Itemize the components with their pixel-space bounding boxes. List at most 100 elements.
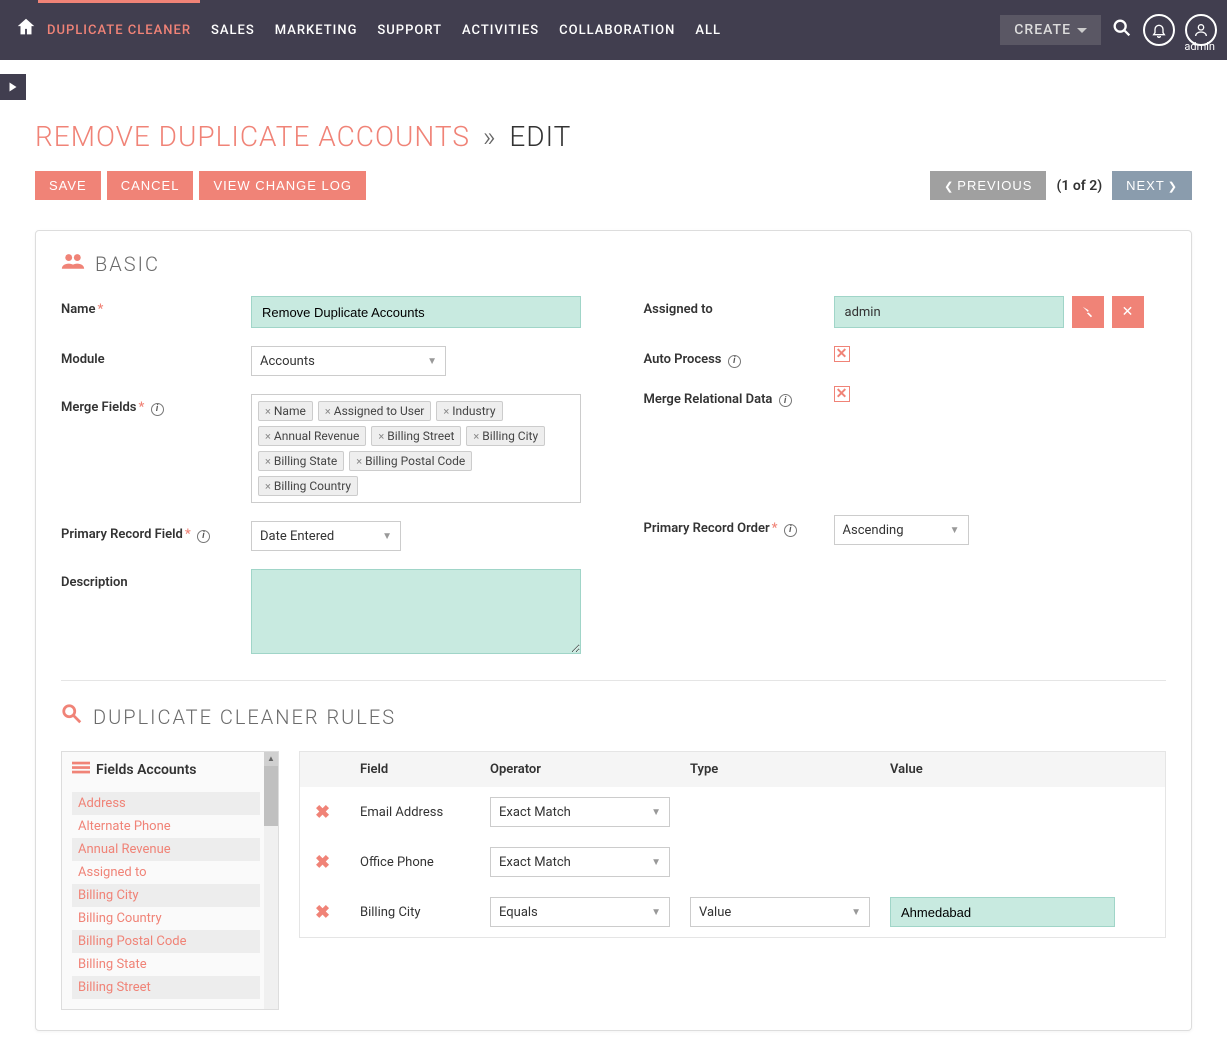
assigned-to-label: Assigned to <box>644 296 814 317</box>
remove-tag-icon[interactable]: × <box>265 455 271 468</box>
field-list-item[interactable]: Billing City <box>72 884 260 907</box>
caret-down-icon <box>1077 28 1087 33</box>
primary-field-label: Primary Record Field* i <box>61 521 231 543</box>
list-icon <box>72 760 90 779</box>
module-select[interactable]: Accounts ▼ <box>251 346 446 376</box>
col-header-operator: Operator <box>490 762 690 777</box>
rules-table: Field Operator Type Value ✖Email Address… <box>299 751 1166 938</box>
field-list-item[interactable]: Alternate Phone <box>72 815 260 838</box>
info-icon[interactable]: i <box>728 355 741 368</box>
delete-rule-icon[interactable]: ✖ <box>315 902 360 923</box>
rule-value-input[interactable] <box>890 897 1115 927</box>
nav-activities[interactable]: ACTIVITIES <box>462 23 539 38</box>
next-button[interactable]: NEXT❯ <box>1112 171 1192 200</box>
remove-tag-icon[interactable]: × <box>443 405 449 418</box>
caret-down-icon: ▼ <box>427 356 437 367</box>
search-icon[interactable] <box>1111 17 1133 44</box>
info-icon[interactable]: i <box>197 530 210 543</box>
rule-operator-select[interactable]: Equals▼ <box>490 897 670 927</box>
nav-collaboration[interactable]: COLLABORATION <box>559 23 675 38</box>
remove-tag-icon[interactable]: × <box>265 480 271 493</box>
merge-field-tag[interactable]: ×Annual Revenue <box>258 426 366 446</box>
name-label: Name* <box>61 296 231 317</box>
page-title: REMOVE DUPLICATE ACCOUNTS » EDIT <box>35 120 1192 153</box>
delete-rule-icon[interactable]: ✖ <box>315 852 360 873</box>
cancel-button[interactable]: CANCEL <box>107 171 194 200</box>
fields-panel: ▲ Fields Accounts AddressAlternate Phone… <box>61 751 279 1010</box>
merge-field-tag[interactable]: ×Billing Country <box>258 476 358 496</box>
rule-row: ✖Email AddressExact Match▼ <box>300 787 1165 837</box>
merge-field-tag[interactable]: ×Billing City <box>466 426 545 446</box>
delete-rule-icon[interactable]: ✖ <box>315 802 360 823</box>
basic-section-head: BASIC <box>61 251 1166 276</box>
merge-field-tag[interactable]: ×Assigned to User <box>318 401 432 421</box>
col-header-value: Value <box>890 762 1150 777</box>
nav-sales[interactable]: SALES <box>211 23 255 38</box>
view-change-log-button[interactable]: VIEW CHANGE LOG <box>199 171 366 200</box>
clear-user-button[interactable]: ✕ <box>1112 296 1144 328</box>
scrollbar[interactable]: ▲ <box>264 752 278 1009</box>
merge-relational-checkbox[interactable]: ✕ <box>834 386 850 402</box>
assigned-to-input[interactable]: admin <box>834 296 1064 328</box>
nav-support[interactable]: SUPPORT <box>377 23 442 38</box>
rule-row: ✖Billing CityEquals▼Value▼ <box>300 887 1165 937</box>
merge-field-tag[interactable]: ×Billing Street <box>371 426 461 446</box>
field-list-item[interactable]: Billing State <box>72 953 260 976</box>
primary-order-label: Primary Record Order* i <box>644 515 814 537</box>
merge-field-tag[interactable]: ×Name <box>258 401 313 421</box>
field-list-item[interactable]: Billing Postal Code <box>72 930 260 953</box>
col-header-field: Field <box>360 762 490 777</box>
action-row: SAVE CANCEL VIEW CHANGE LOG ❮PREVIOUS (1… <box>35 171 1192 200</box>
pager-info: (1 of 2) <box>1056 178 1102 194</box>
save-button[interactable]: SAVE <box>35 171 101 200</box>
merge-field-tag[interactable]: ×Industry <box>436 401 502 421</box>
remove-tag-icon[interactable]: × <box>356 455 362 468</box>
merge-field-tag[interactable]: ×Billing Postal Code <box>349 451 472 471</box>
field-list-item[interactable]: Annual Revenue <box>72 838 260 861</box>
select-user-button[interactable] <box>1072 296 1104 328</box>
caret-down-icon: ▼ <box>382 531 392 542</box>
field-list-item[interactable]: Billing Country <box>72 907 260 930</box>
rule-type-select[interactable]: Value▼ <box>690 897 870 927</box>
rule-field-label: Office Phone <box>360 855 490 870</box>
admin-label: admin <box>1184 40 1215 53</box>
col-header-type: Type <box>690 762 890 777</box>
page-title-main[interactable]: REMOVE DUPLICATE ACCOUNTS <box>35 120 470 153</box>
notifications-icon[interactable] <box>1143 14 1175 46</box>
nav-all[interactable]: ALL <box>695 23 721 38</box>
rule-operator-select[interactable]: Exact Match▼ <box>490 797 670 827</box>
field-list-item[interactable]: Address <box>72 792 260 815</box>
module-label: Module <box>61 346 231 367</box>
merge-relational-label: Merge Relational Data i <box>644 386 814 408</box>
expand-sidebar-button[interactable] <box>0 74 26 100</box>
rule-operator-select[interactable]: Exact Match▼ <box>490 847 670 877</box>
info-icon[interactable]: i <box>784 524 797 537</box>
create-button[interactable]: CREATE <box>1000 15 1101 45</box>
page-title-sub: EDIT <box>509 120 571 153</box>
create-button-label: CREATE <box>1014 22 1071 38</box>
fields-panel-title: Fields Accounts <box>96 762 196 778</box>
remove-tag-icon[interactable]: × <box>473 430 479 443</box>
nav-duplicate-cleaner[interactable]: DUPLICATE CLEANER <box>47 23 191 38</box>
remove-tag-icon[interactable]: × <box>378 430 384 443</box>
caret-down-icon: ▼ <box>950 525 960 536</box>
name-input[interactable] <box>251 296 581 328</box>
description-textarea[interactable] <box>251 569 581 654</box>
remove-tag-icon[interactable]: × <box>265 430 271 443</box>
home-icon[interactable] <box>15 16 37 44</box>
field-list-item[interactable]: Assigned to <box>72 861 260 884</box>
primary-order-select[interactable]: Ascending ▼ <box>834 515 969 545</box>
merge-field-tag[interactable]: ×Billing State <box>258 451 344 471</box>
remove-tag-icon[interactable]: × <box>325 405 331 418</box>
rule-row: ✖Office PhoneExact Match▼ <box>300 837 1165 887</box>
auto-process-checkbox[interactable]: ✕ <box>834 346 850 362</box>
merge-fields-label: Merge Fields* i <box>61 394 231 416</box>
info-icon[interactable]: i <box>151 403 164 416</box>
field-list-item[interactable]: Billing Street <box>72 976 260 999</box>
merge-fields-tagbox[interactable]: ×Name×Assigned to User×Industry ×Annual R… <box>251 394 581 503</box>
remove-tag-icon[interactable]: × <box>265 405 271 418</box>
nav-marketing[interactable]: MARKETING <box>275 23 358 38</box>
primary-field-select[interactable]: Date Entered ▼ <box>251 521 401 551</box>
info-icon[interactable]: i <box>779 394 792 407</box>
previous-button[interactable]: ❮PREVIOUS <box>930 171 1046 200</box>
